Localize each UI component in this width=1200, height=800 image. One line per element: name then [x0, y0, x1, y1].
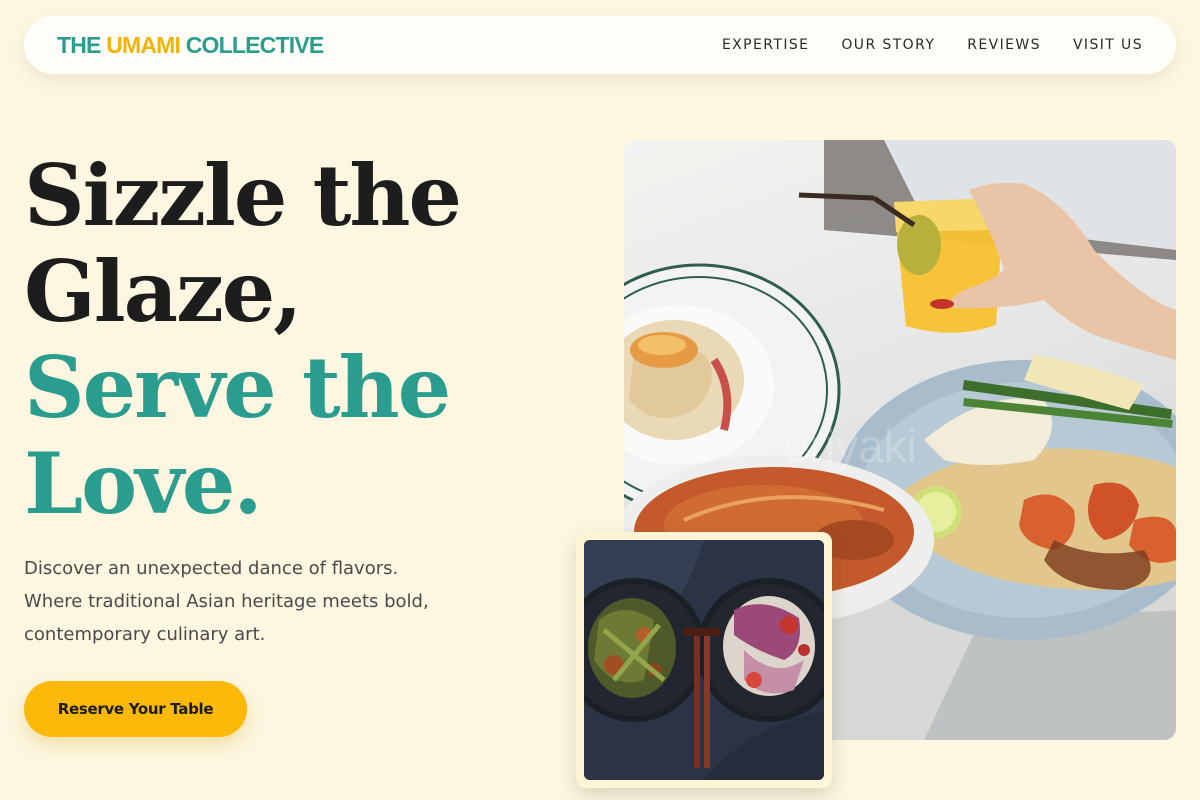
hero-description: Discover an unexpected dance of flavors.…: [24, 552, 464, 651]
hero-headline: Sizzle the Glaze, Serve the Love.: [24, 146, 462, 533]
description-line-2: Where traditional Asian heritage meets b…: [24, 591, 429, 612]
inset-photo-frame: [576, 532, 832, 788]
nav-link-visit-us[interactable]: VISIT US: [1073, 37, 1143, 53]
logo-text-prefix: THE: [57, 31, 107, 58]
logo-text-suffix: COLLECTIVE: [180, 31, 324, 58]
nav-link-expertise[interactable]: EXPERTISE: [722, 37, 809, 53]
brand-logo[interactable]: THE UMAMI COLLECTIVE: [57, 31, 324, 59]
logo-text-accent: UMAMI: [106, 31, 181, 58]
nav-link-our-story[interactable]: OUR STORY: [841, 37, 935, 53]
description-line-3: contemporary culinary art.: [24, 624, 266, 645]
top-navbar: THE UMAMI COLLECTIVE EXPERTISE OUR STORY…: [24, 16, 1176, 74]
headline-line-2: Glaze,: [24, 242, 302, 341]
inset-photo-illustration: [584, 540, 824, 780]
reserve-table-button[interactable]: Reserve Your Table: [24, 681, 247, 737]
inset-food-photo: [584, 540, 824, 780]
watermark-text: eriyaki: [784, 420, 917, 472]
description-line-1: Discover an unexpected dance of flavors.: [24, 558, 399, 579]
nav-links: EXPERTISE OUR STORY REVIEWS VISIT US: [722, 37, 1143, 53]
headline-line-3: Serve the: [24, 338, 451, 437]
headline-line-4: Love.: [24, 434, 263, 533]
nav-link-reviews[interactable]: REVIEWS: [967, 37, 1041, 53]
headline-line-1: Sizzle the: [24, 146, 462, 245]
